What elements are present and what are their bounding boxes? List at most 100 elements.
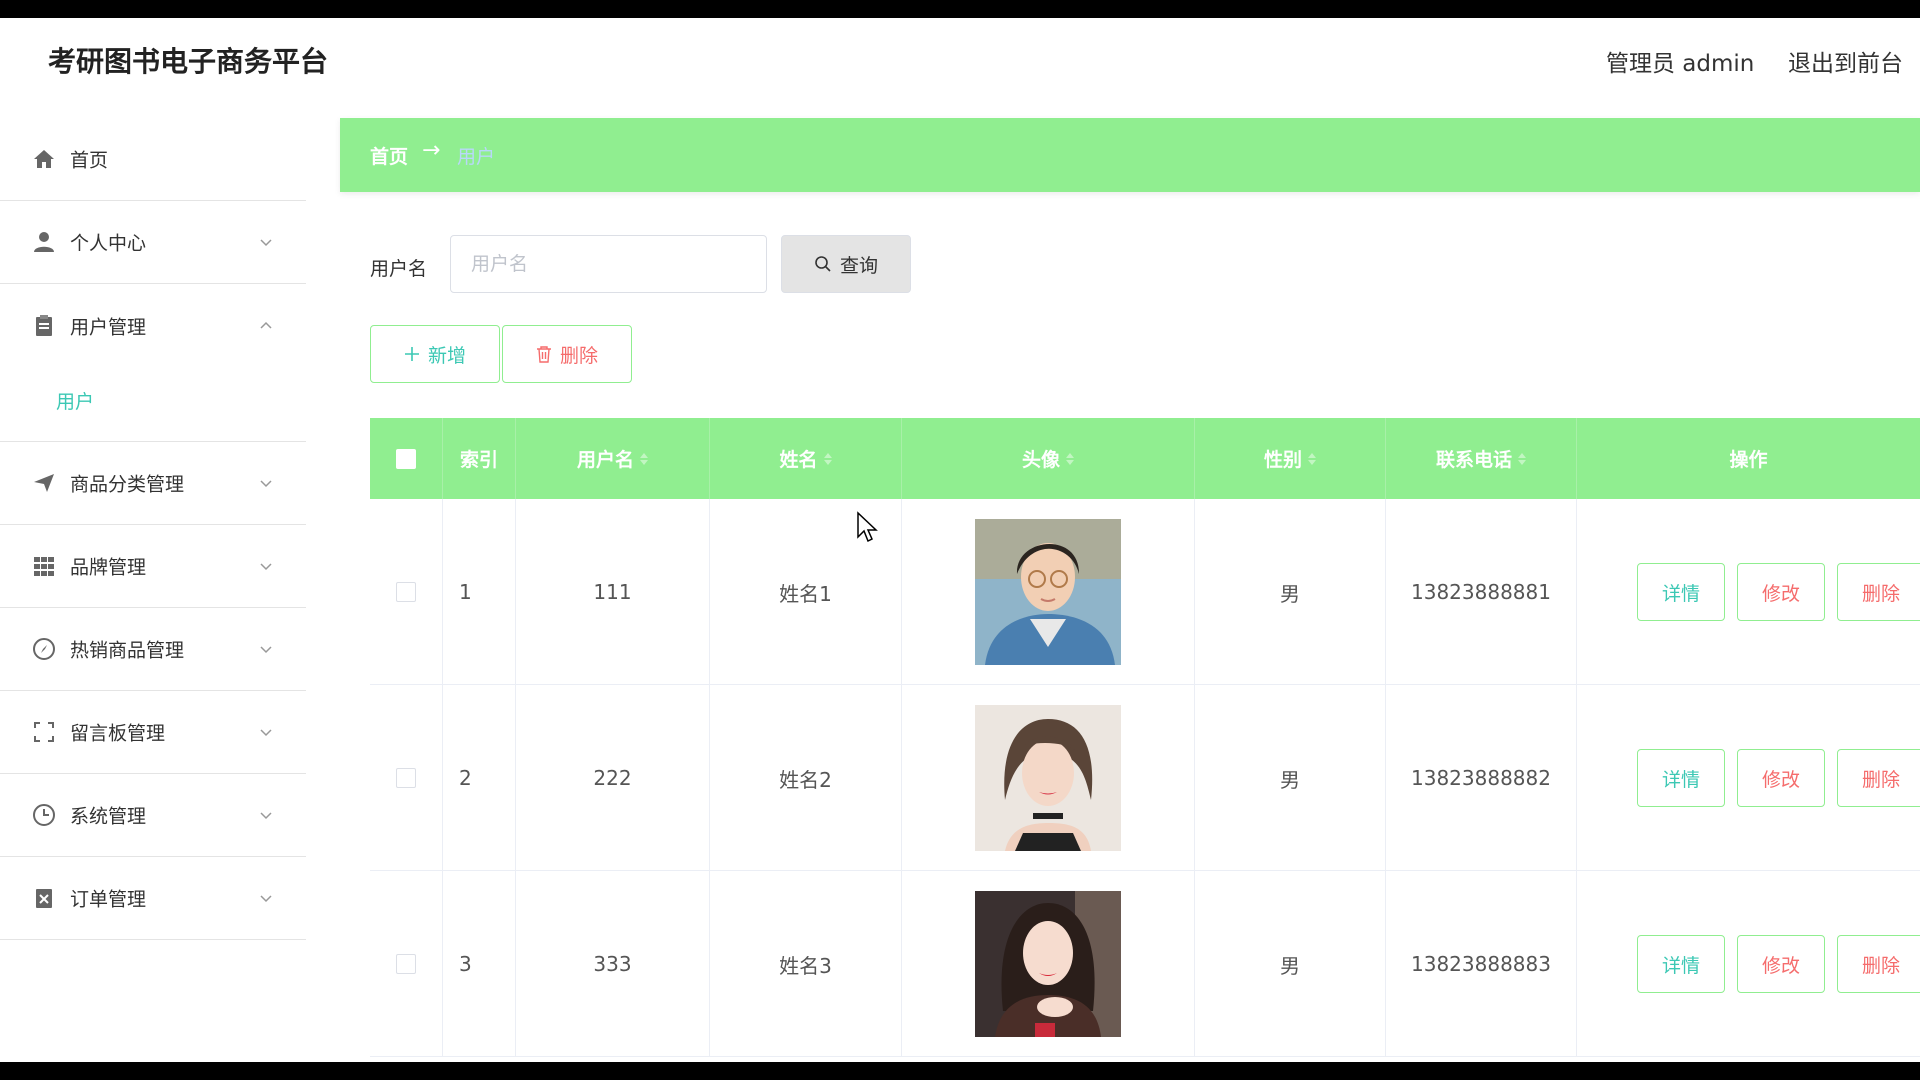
sidebar-item-order-management[interactable]: 订单管理 (0, 857, 306, 940)
sidebar-menu: 首页 个人中心 用户管理 用户 商品分类管理 品牌管理 热销商品管理 留言板管理… (0, 118, 306, 1062)
sort-icon[interactable] (1066, 452, 1074, 465)
exit-to-frontend-link[interactable]: 退出到前台 (1788, 44, 1903, 78)
cell-actions: 详情 修改 删除 (1577, 499, 1920, 685)
row-select-cell (370, 499, 443, 685)
app-title: 考研图书电子商务平台 (48, 45, 329, 78)
row-checkbox[interactable] (396, 582, 416, 602)
delete-button[interactable]: 删除 (1837, 749, 1920, 807)
column-header-label: 操作 (1729, 449, 1768, 471)
sidebar-item-label: 品牌管理 (70, 556, 147, 579)
breadcrumb: 首页 → 用户 (340, 118, 1920, 192)
batch-delete-button[interactable]: 删除 (502, 325, 632, 383)
row-checkbox[interactable] (396, 954, 416, 974)
breadcrumb-home-link[interactable]: 首页 (370, 142, 408, 169)
sidebar-item-label: 留言板管理 (70, 722, 166, 745)
top-header: 考研图书电子商务平台 管理员 admin 退出到前台 (0, 18, 1920, 118)
cell-phone: 13823888881 (1386, 499, 1577, 685)
grid-icon (34, 557, 54, 576)
cell-avatar (902, 685, 1195, 871)
sort-icon[interactable] (1308, 452, 1316, 465)
cell-index: 2 (443, 685, 516, 871)
cell-gender: 男 (1195, 871, 1386, 1057)
search-icon (815, 256, 831, 272)
chevron-down-icon (260, 563, 272, 571)
sidebar-item-hot-products[interactable]: 热销商品管理 (0, 608, 306, 691)
delete-button-label: 删除 (559, 344, 598, 367)
sidebar-item-home[interactable]: 首页 (0, 118, 306, 201)
column-header-label: 性别 (1263, 449, 1302, 471)
sidebar-item-brand-management[interactable]: 品牌管理 (0, 525, 306, 608)
edit-button[interactable]: 修改 (1737, 563, 1825, 621)
sidebar-item-message-board[interactable]: 留言板管理 (0, 691, 306, 774)
user-table: 索引 用户名 姓名 头像 性别 联系电话 操作 1 111 姓名1 男 1382… (370, 418, 1920, 1057)
chevron-down-icon (260, 729, 272, 737)
cell-name: 姓名3 (710, 871, 902, 1057)
cell-avatar (902, 871, 1195, 1057)
breadcrumb-separator: → (422, 138, 441, 163)
column-header-username[interactable]: 用户名 (516, 418, 710, 499)
search-button[interactable]: 查询 (781, 235, 911, 293)
sidebar-item-category-management[interactable]: 商品分类管理 (0, 442, 306, 525)
column-header-gender[interactable]: 性别 (1195, 418, 1386, 499)
add-button[interactable]: 新增 (370, 325, 500, 383)
table-header: 索引 用户名 姓名 头像 性别 联系电话 操作 (370, 418, 1920, 499)
avatar-image (975, 891, 1121, 1037)
sort-icon[interactable] (823, 452, 832, 465)
column-header-phone[interactable]: 联系电话 (1386, 418, 1577, 499)
cell-phone: 13823888882 (1386, 685, 1577, 871)
sidebar-subitem-user[interactable]: 用户 (56, 387, 94, 414)
user-icon (34, 232, 54, 252)
column-header-label: 姓名 (779, 449, 818, 471)
column-header-label: 索引 (459, 449, 498, 471)
select-all-checkbox[interactable] (396, 448, 416, 469)
clock-icon (33, 804, 55, 826)
detail-button[interactable]: 详情 (1637, 563, 1725, 621)
sidebar-item-label: 系统管理 (70, 805, 147, 828)
avatar-image (975, 519, 1121, 665)
sidebar-item-label: 首页 (70, 149, 109, 172)
plus-icon (404, 347, 419, 361)
chevron-down-icon (260, 239, 272, 247)
column-header-label: 联系电话 (1435, 449, 1512, 471)
sort-icon[interactable] (640, 452, 648, 465)
cell-name: 姓名2 (710, 685, 902, 871)
table-row: 1 111 姓名1 男 13823888881 详情 修改 删除 (370, 499, 1920, 685)
cell-actions: 详情 修改 删除 (1577, 685, 1920, 871)
header-select-all (370, 418, 443, 499)
column-header-name[interactable]: 姓名 (710, 418, 902, 499)
sidebar-item-user-management[interactable]: 用户管理 (0, 284, 306, 367)
column-header-label: 头像 (1021, 449, 1060, 471)
sidebar-item-system-management[interactable]: 系统管理 (0, 774, 306, 857)
delete-button[interactable]: 删除 (1837, 563, 1920, 621)
column-header-avatar[interactable]: 头像 (902, 418, 1195, 499)
chevron-down-icon (260, 480, 272, 488)
chevron-down-icon (260, 895, 272, 903)
sort-icon[interactable] (1518, 452, 1526, 465)
sidebar-item-label: 个人中心 (70, 232, 147, 255)
compass-icon (33, 638, 55, 660)
table-row: 2 222 姓名2 男 13823888882 详情 修改 删除 (370, 685, 1920, 871)
breadcrumb-current: 用户 (457, 146, 496, 168)
table-row: 3 333 姓名3 男 13823888883 详情 修改 删除 (370, 871, 1920, 1057)
row-checkbox[interactable] (396, 768, 416, 788)
detail-button[interactable]: 详情 (1637, 935, 1725, 993)
sidebar-item-label: 订单管理 (70, 888, 147, 911)
detail-button[interactable]: 详情 (1637, 749, 1725, 807)
column-header-label: 用户名 (576, 449, 634, 471)
row-select-cell (370, 871, 443, 1057)
app-screen: 考研图书电子商务平台 管理员 admin 退出到前台 首页 个人中心 用户管理 … (0, 18, 1920, 1062)
home-icon (34, 150, 54, 168)
chevron-up-icon (260, 321, 272, 329)
column-header-index: 索引 (443, 418, 516, 499)
sidebar-item-label: 热销商品管理 (70, 639, 185, 662)
send-icon (34, 474, 54, 492)
row-select-cell (370, 685, 443, 871)
sidebar-item-personal-center[interactable]: 个人中心 (0, 201, 306, 284)
edit-button[interactable]: 修改 (1737, 935, 1825, 993)
fullscreen-icon (34, 722, 54, 742)
sidebar-item-label: 商品分类管理 (70, 473, 185, 496)
search-username-input[interactable] (450, 235, 767, 293)
delete-button[interactable]: 删除 (1837, 935, 1920, 993)
main-content: 首页 → 用户 用户名 查询 新增 删除 索引 用户名 姓名 头像 性别 (340, 118, 1920, 1062)
edit-button[interactable]: 修改 (1737, 749, 1825, 807)
